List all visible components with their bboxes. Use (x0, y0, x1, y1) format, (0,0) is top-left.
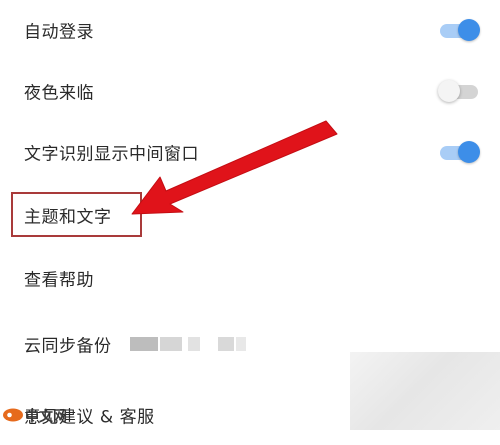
night-mode-toggle[interactable] (438, 80, 480, 102)
ocr-middle-window-toggle[interactable] (438, 141, 480, 163)
toggle-thumb (438, 80, 460, 102)
auto-login-toggle[interactable] (438, 19, 480, 41)
watermark-text: 中文网 (25, 409, 67, 425)
setting-row-view-help[interactable]: 查看帮助 (0, 248, 500, 308)
setting-label-cloud-backup: 云同步备份 (24, 336, 112, 357)
setting-row-auto-login[interactable]: 自动登录 (0, 0, 500, 60)
toggle-thumb (458, 19, 480, 41)
setting-label-auto-login: 自动登录 (24, 22, 94, 43)
setting-label-view-help: 查看帮助 (24, 270, 94, 291)
setting-label-ocr-middle-window: 文字识别显示中间窗口 (24, 144, 199, 165)
blurred-account-info (236, 337, 246, 351)
watermark-patch (350, 352, 500, 430)
php-logo-mark (3, 408, 23, 422)
php-logo-icon: 中文网 (2, 404, 90, 426)
blurred-account-info (160, 337, 182, 351)
highlight-box (11, 192, 142, 237)
blurred-account-info (130, 337, 158, 351)
setting-row-ocr-middle-window[interactable]: 文字识别显示中间窗口 (0, 122, 500, 182)
blurred-account-info (188, 337, 200, 351)
toggle-thumb (458, 141, 480, 163)
setting-row-night-mode[interactable]: 夜色来临 (0, 61, 500, 121)
setting-label-night-mode: 夜色来临 (24, 83, 94, 104)
blurred-account-info (218, 337, 234, 351)
